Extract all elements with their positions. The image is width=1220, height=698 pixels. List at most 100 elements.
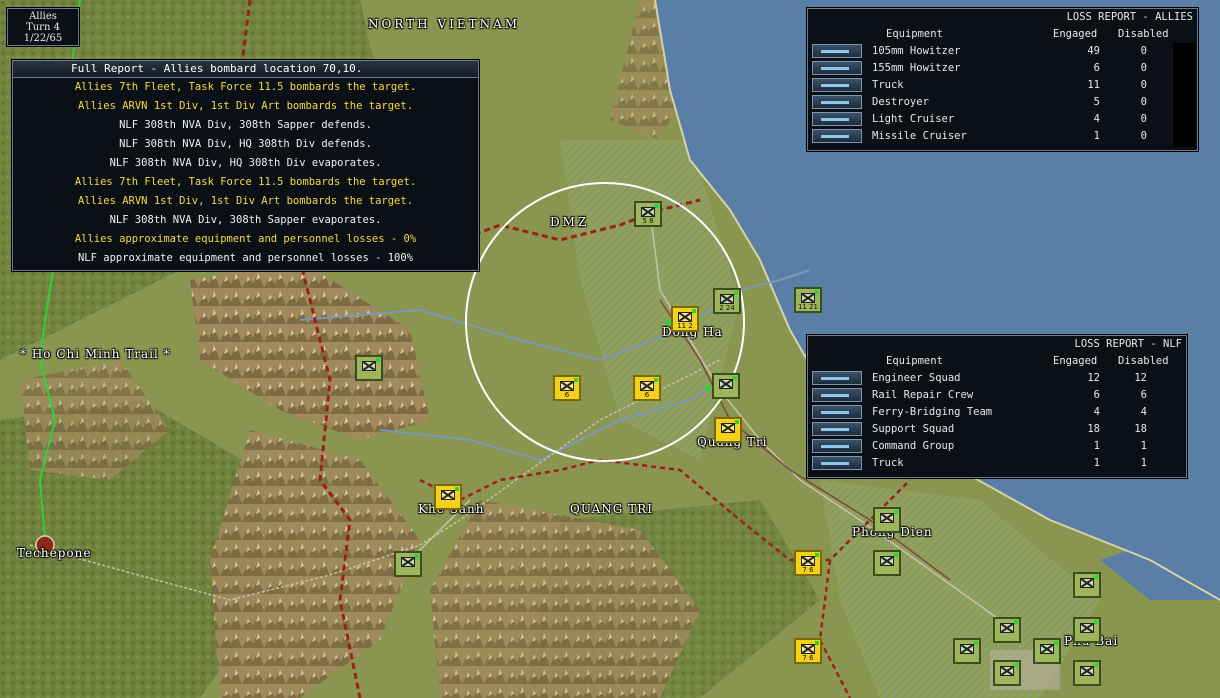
disabled-count: 0	[1140, 62, 1147, 74]
unit-counter[interactable]	[1073, 572, 1101, 598]
equipment-name: Truck	[872, 79, 904, 91]
col-disabled: Disabled	[1118, 28, 1169, 40]
unit-counter[interactable]	[1073, 660, 1101, 686]
report-line: NLF 308th NVA Div, 308th Sapper evaporat…	[109, 214, 382, 226]
report-line: Allies ARVN 1st Div, 1st Div Art bombard…	[77, 195, 414, 207]
equipment-name: Missile Cruiser	[872, 130, 967, 142]
loss-row[interactable]: Truck 1 1	[812, 455, 1158, 472]
loss-row[interactable]: Ferry-Bridging Team 4 4	[812, 404, 1158, 421]
equipment-name: Light Cruiser	[872, 113, 955, 125]
engaged-count: 12	[1087, 372, 1100, 384]
unit-counter[interactable]	[993, 660, 1021, 686]
report-line: NLF approximate equipment and personnel …	[77, 252, 414, 264]
engaged-count: 1	[1093, 130, 1100, 142]
disabled-count: 4	[1140, 406, 1147, 418]
engaged-count: 6	[1093, 62, 1100, 74]
report-line: Allies approximate equipment and personn…	[74, 233, 417, 245]
armor-icon	[1080, 578, 1094, 588]
unit-counter[interactable]	[712, 373, 740, 399]
loss-row[interactable]: Truck 11 0	[812, 77, 1169, 94]
howitzer-icon	[812, 44, 862, 58]
unit-counter[interactable]	[355, 355, 383, 381]
engineer-icon	[812, 405, 862, 419]
loss-row[interactable]: Support Squad 18 18	[812, 421, 1158, 438]
unit-counter[interactable]: 5 8	[634, 201, 662, 227]
soldier-icon	[812, 439, 862, 453]
unit-counter[interactable]	[953, 638, 981, 664]
equipment-name: Support Squad	[872, 423, 955, 435]
ship-icon	[812, 129, 862, 143]
loss-report-nlf-title: LOSS REPORT - NLF	[1074, 338, 1182, 350]
report-line: NLF 308th NVA Div, HQ 308th Div defends.	[119, 138, 372, 150]
loss-row[interactable]: 155mm Howitzer 6 0	[812, 60, 1169, 77]
disabled-count: 6	[1140, 389, 1147, 401]
unit-counter[interactable]	[1033, 638, 1061, 664]
full-report-panel[interactable]: Full Report - Allies bombard location 70…	[12, 60, 479, 271]
loss-row[interactable]: Engineer Squad 12 12	[812, 370, 1158, 387]
engaged-count: 18	[1087, 423, 1100, 435]
report-line: Allies ARVN 1st Div, 1st Div Art bombard…	[77, 100, 414, 112]
col-disabled: Disabled	[1118, 355, 1169, 367]
disabled-count: 0	[1140, 130, 1147, 142]
infantry-icon	[1000, 666, 1014, 676]
infantry-icon	[801, 556, 815, 566]
equipment-name: Ferry-Bridging Team	[872, 406, 993, 418]
engaged-count: 6	[1093, 389, 1100, 401]
unit-counter[interactable]: 7 6	[794, 550, 822, 576]
disabled-count: 1	[1140, 440, 1147, 452]
disabled-count: 18	[1134, 423, 1147, 435]
engaged-count: 5	[1093, 96, 1100, 108]
disabled-count: 1	[1140, 457, 1147, 469]
airborne-icon	[1080, 623, 1094, 633]
unit-counter[interactable]	[873, 550, 901, 576]
unit-counter[interactable]: 11 21	[794, 287, 822, 313]
equipment-name: 105mm Howitzer	[872, 45, 961, 57]
col-engaged: Engaged	[1053, 28, 1098, 40]
engaged-count: 1	[1093, 440, 1100, 452]
unit-counter[interactable]: 6	[633, 375, 661, 401]
unit-counter[interactable]	[714, 417, 742, 443]
loss-row[interactable]: Command Group 1 1	[812, 438, 1158, 455]
supply-icon	[880, 513, 894, 523]
label-quang-tri-province: QUANG TRI	[570, 502, 653, 516]
full-report-lines: Allies 7th Fleet, Task Force 11.5 bombar…	[13, 78, 478, 268]
scrollbar[interactable]	[1173, 43, 1195, 147]
label-dmz: DMZ	[550, 215, 590, 229]
label-ho-chi-minh-trail: * Ho Chi Minh Trail *	[20, 347, 171, 361]
loss-row[interactable]: 105mm Howitzer 49 0	[812, 43, 1169, 60]
infantry-icon	[1040, 644, 1054, 654]
loss-row[interactable]: Rail Repair Crew 6 6	[812, 387, 1158, 404]
turn-date: 1/22/65	[23, 33, 63, 44]
loss-report-nlf[interactable]: LOSS REPORT - NLF Equipment Engaged Disa…	[807, 335, 1187, 478]
unit-counter[interactable]: 7 6	[794, 638, 822, 664]
disabled-count: 0	[1140, 96, 1147, 108]
label-tchepone: Techepone	[17, 546, 92, 560]
equipment-name: Rail Repair Crew	[872, 389, 974, 401]
infantry-icon	[560, 381, 574, 391]
ship-icon	[812, 95, 862, 109]
engineer-icon	[812, 388, 862, 402]
loss-report-allies[interactable]: LOSS REPORT - ALLIES Equipment Engaged D…	[807, 8, 1198, 151]
equipment-name: Destroyer	[872, 96, 929, 108]
infantry-icon	[721, 423, 735, 433]
unit-counter[interactable]	[394, 551, 422, 577]
soldier-icon	[812, 422, 862, 436]
unit-counter[interactable]	[1073, 617, 1101, 643]
unit-counter[interactable]: 6	[553, 375, 581, 401]
turn-indicator: Allies Turn 4 1/22/65	[7, 8, 79, 46]
loss-row[interactable]: Destroyer 5 0	[812, 94, 1169, 111]
col-engaged: Engaged	[1053, 355, 1098, 367]
unit-counter[interactable]	[993, 617, 1021, 643]
unit-counter[interactable]	[434, 484, 462, 510]
engaged-count: 1	[1093, 457, 1100, 469]
unit-counter[interactable]: 2 24	[713, 288, 741, 314]
unit-counter[interactable]: 11 2	[671, 306, 699, 332]
loss-row[interactable]: Missile Cruiser 1 0	[812, 128, 1169, 145]
col-equipment: Equipment	[886, 28, 943, 40]
ship-icon	[812, 112, 862, 126]
loss-row[interactable]: Light Cruiser 4 0	[812, 111, 1169, 128]
unit-counter[interactable]	[873, 507, 901, 533]
infantry-icon	[362, 361, 376, 371]
howitzer-icon	[812, 61, 862, 75]
infantry-icon	[441, 490, 455, 500]
